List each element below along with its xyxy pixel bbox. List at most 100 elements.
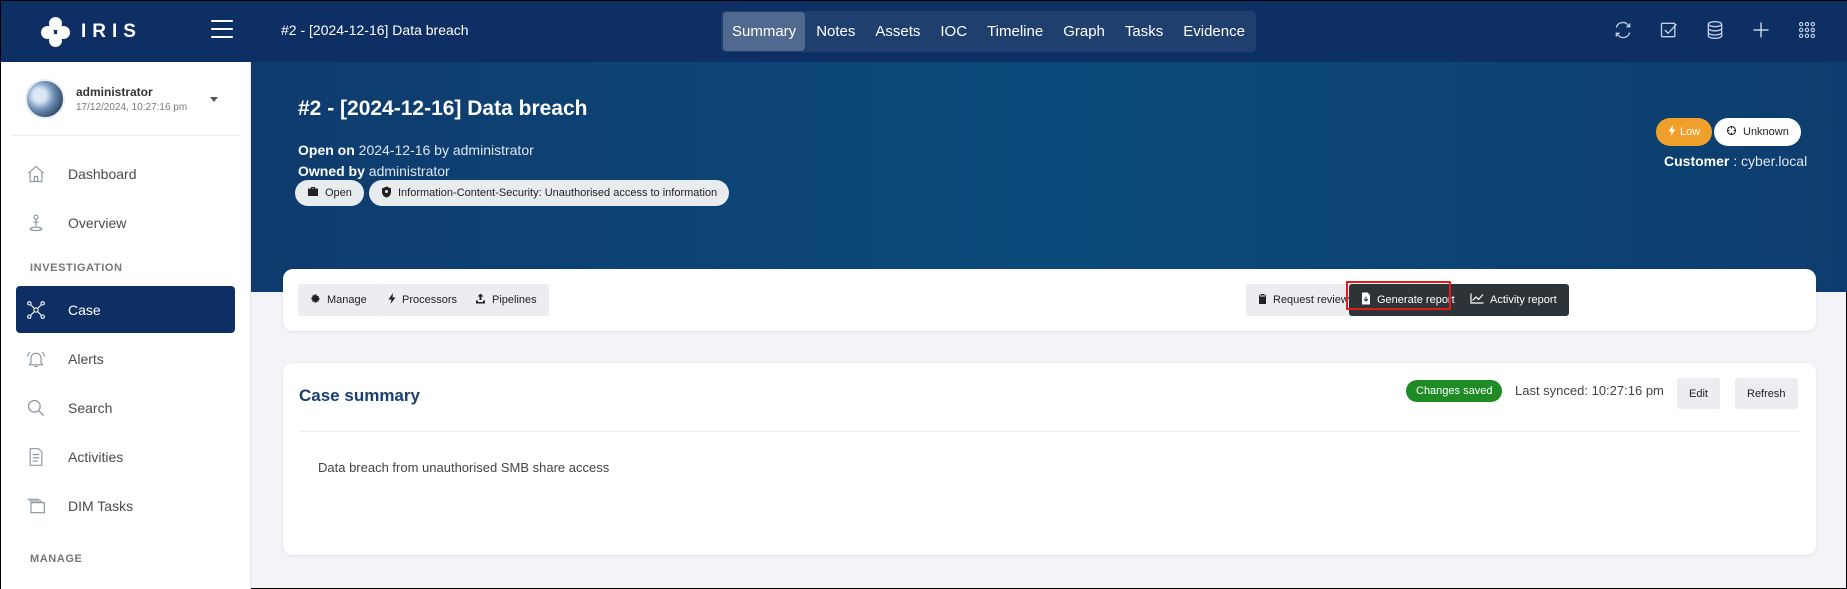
- navbar-case-title: #2 - [2024-12-16] Data breach: [281, 22, 469, 38]
- pipelines-button[interactable]: Pipelines: [463, 284, 549, 316]
- last-synced: Last synced: 10:27:16 pm: [1515, 383, 1664, 398]
- status-pill-label: Open: [325, 187, 352, 199]
- sidebar-item-activities[interactable]: Activities: [16, 433, 235, 480]
- user-name: administrator: [76, 84, 153, 99]
- home-icon: [26, 164, 46, 184]
- person-pin-icon: [26, 213, 46, 233]
- owned-by-label: Owned by: [298, 163, 365, 179]
- manage-button[interactable]: Manage: [298, 284, 379, 316]
- case-actions-card: Manage Processors Pipelines Request revi…: [283, 269, 1816, 331]
- sidebar-item-label: Case: [68, 301, 101, 318]
- processors-label: Processors: [402, 294, 458, 306]
- checkbox-icon[interactable]: [1658, 19, 1680, 41]
- case-tabs: Summary Notes Assets IOC Timeline Graph …: [721, 11, 1256, 52]
- sidebar-item-label: DIM Tasks: [68, 497, 134, 514]
- case-summary-card: Case summary Changes saved Last synced: …: [283, 363, 1816, 555]
- iris-logo-icon: [41, 16, 71, 47]
- case-header: #2 - [2024-12-16] Data breach Open on 20…: [251, 62, 1847, 292]
- edit-label: Edit: [1689, 387, 1708, 400]
- line-chart-icon: [1470, 293, 1484, 307]
- sync-icon[interactable]: [1612, 19, 1634, 41]
- hamburger-menu-icon[interactable]: [211, 20, 233, 38]
- network-icon: [26, 300, 46, 320]
- sidebar-item-label: Dashboard: [68, 165, 137, 182]
- open-on-value: 2024-12-16 by administrator: [358, 142, 534, 158]
- briefcase-icon: [307, 186, 319, 200]
- request-review-button[interactable]: Request review: [1246, 284, 1361, 316]
- open-on-label: Open on: [298, 142, 355, 158]
- tab-evidence[interactable]: Evidence: [1174, 12, 1254, 51]
- database-icon[interactable]: [1704, 19, 1726, 41]
- shield-icon: [381, 186, 392, 201]
- customer-value: cyber.local: [1741, 153, 1808, 169]
- top-navbar: IRIS #2 - [2024-12-16] Data breach Summa…: [1, 1, 1847, 62]
- file-download-icon: [1361, 292, 1371, 308]
- gear-icon: [310, 293, 321, 307]
- plus-icon[interactable]: [1750, 19, 1772, 41]
- spinner-icon: [1726, 125, 1737, 139]
- processors-button[interactable]: Processors: [376, 284, 470, 316]
- page-title: #2 - [2024-12-16] Data breach: [298, 97, 588, 120]
- edit-button[interactable]: Edit: [1677, 378, 1720, 409]
- severity-label: Low: [1680, 126, 1701, 138]
- status-pill-open[interactable]: Open: [295, 180, 364, 206]
- clipboard-icon: [1258, 293, 1267, 307]
- windows-icon: [26, 496, 46, 516]
- customer: Customer : cyber.local: [1664, 153, 1808, 169]
- upload-icon: [475, 293, 486, 307]
- tab-summary[interactable]: Summary: [723, 12, 806, 51]
- summary-title: Case summary: [299, 386, 420, 405]
- tab-timeline[interactable]: Timeline: [978, 12, 1052, 51]
- tab-graph[interactable]: Graph: [1054, 12, 1114, 51]
- avatar: [25, 78, 65, 119]
- logo-text: IRIS: [81, 20, 142, 42]
- chevron-down-icon[interactable]: [210, 97, 218, 102]
- bolt-icon: [1668, 125, 1676, 139]
- severity-badge[interactable]: Low: [1656, 118, 1713, 146]
- grid-icon[interactable]: [1796, 19, 1818, 41]
- refresh-button[interactable]: Refresh: [1735, 378, 1798, 409]
- classification-label: Information-Content-Security: Unauthoris…: [398, 187, 718, 199]
- manage-label: Manage: [327, 294, 367, 306]
- case-meta: Open on 2024-12-16 by administrator Owne…: [298, 140, 534, 182]
- state-label: Unknown: [1743, 126, 1789, 138]
- sidebar-item-alerts[interactable]: Alerts: [16, 335, 235, 382]
- document-icon: [26, 447, 46, 467]
- sidebar-item-dim-tasks[interactable]: DIM Tasks: [16, 482, 235, 529]
- user-timestamp: 17/12/2024, 10:27:16 pm: [76, 101, 188, 113]
- pipelines-label: Pipelines: [492, 294, 537, 306]
- sidebar-item-label: Activities: [68, 448, 124, 465]
- sidebar-item-label: Overview: [68, 214, 127, 231]
- sidebar-item-search[interactable]: Search: [16, 384, 235, 431]
- bolt-icon: [388, 293, 396, 307]
- navbar-icons: [1612, 19, 1818, 41]
- sidebar: administrator 17/12/2024, 10:27:16 pm Da…: [1, 62, 251, 589]
- tab-assets[interactable]: Assets: [866, 12, 929, 51]
- activity-report-button[interactable]: Activity report: [1458, 284, 1569, 316]
- summary-body: Data breach from unauthorised SMB share …: [318, 460, 610, 475]
- status-badge: Changes saved: [1406, 380, 1503, 402]
- tab-ioc[interactable]: IOC: [931, 12, 976, 51]
- sidebar-item-case[interactable]: Case: [16, 286, 235, 333]
- customer-label: Customer: [1664, 153, 1730, 169]
- refresh-label: Refresh: [1747, 387, 1786, 400]
- tab-tasks[interactable]: Tasks: [1116, 12, 1172, 51]
- sidebar-nav: Dashboard Overview INVESTIGATION Case Al…: [1, 136, 250, 577]
- activity-report-label: Activity report: [1490, 294, 1557, 306]
- sidebar-item-overview[interactable]: Overview: [16, 199, 235, 246]
- generate-report-button[interactable]: Generate report: [1349, 284, 1467, 316]
- tab-notes[interactable]: Notes: [807, 12, 864, 51]
- sidebar-item-dashboard[interactable]: Dashboard: [16, 150, 235, 197]
- section-manage: MANAGE: [30, 553, 83, 565]
- request-review-label: Request review: [1273, 294, 1349, 306]
- classification-pill[interactable]: Information-Content-Security: Unauthoris…: [369, 180, 730, 206]
- generate-report-label: Generate report: [1377, 294, 1455, 306]
- section-investigation: INVESTIGATION: [30, 262, 123, 274]
- user-profile[interactable]: administrator 17/12/2024, 10:27:16 pm: [11, 62, 240, 136]
- search-icon: [26, 398, 46, 418]
- owned-by-value: administrator: [368, 163, 450, 179]
- sidebar-item-label: Alerts: [68, 350, 104, 367]
- bell-icon: [26, 349, 46, 369]
- state-badge[interactable]: Unknown: [1714, 118, 1801, 146]
- sidebar-item-label: Search: [68, 399, 113, 416]
